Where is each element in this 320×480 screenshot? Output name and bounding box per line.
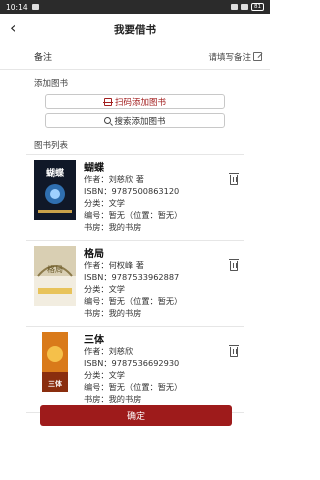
confirm-button[interactable]: 确定 [40,405,232,426]
book-isbn: ISBN：9787536692930 [84,358,180,368]
svg-text:三体: 三体 [48,379,63,388]
book-title: 蝴蝶 [84,163,104,174]
book-room: 书房：我的书房 [84,308,142,318]
book-code: 编号：暂无（位置：暂无） [84,210,183,220]
search-add-button[interactable]: 搜索添加图书 [45,113,225,128]
book-isbn: ISBN：9787500863120 [84,186,180,196]
battery-icon: 81 [251,3,264,11]
signal-icon [231,4,238,10]
remark-placeholder: 请填写备注 [208,52,251,63]
book-room: 书房：我的书房 [84,222,142,232]
page-title: 我要借书 [114,23,156,36]
search-icon [104,117,112,124]
edit-icon [253,52,262,61]
book-category: 分类：文学 [84,370,125,380]
notification-icon [31,4,39,10]
svg-text:蝴蝶: 蝴蝶 [46,167,65,179]
add-section-title: 添加图书 [34,79,69,89]
book-cover: 格局 [34,246,76,306]
status-time: 10:14 [6,2,28,12]
book-code: 编号：暂无（位置：暂无） [84,296,183,306]
book-item[interactable]: 格局 格局 作者：何权峰 著 ISBN：9787533962887 分类：文学 … [26,241,244,327]
book-cover: 三体 [42,332,68,392]
remark-row[interactable]: 备注 请填写备注 [0,44,270,70]
search-add-label: 搜索添加图书 [114,116,166,127]
svg-text:格局: 格局 [47,264,63,274]
remark-input[interactable]: 请填写备注 [208,51,262,63]
scan-add-button[interactable]: 扫码添加图书 [45,94,225,109]
book-author: 作者：何权峰 著 [84,260,144,270]
book-author: 作者：刘慈欣 著 [84,174,144,184]
book-item[interactable]: 三体 三体 作者：刘慈欣 ISBN：9787536692930 分类：文学 编号… [26,327,244,413]
delete-icon[interactable] [229,345,239,357]
book-category: 分类：文学 [84,284,125,294]
book-cover: 蝴蝶 [34,160,76,220]
book-room: 书房：我的书房 [84,394,142,404]
book-title: 三体 [84,335,104,346]
scan-add-label: 扫码添加图书 [114,97,166,108]
book-title: 格局 [84,249,104,260]
book-list-title: 图书列表 [34,141,69,151]
delete-icon[interactable] [229,259,239,271]
book-code: 编号：暂无（位置：暂无） [84,382,183,392]
scan-icon [102,97,113,106]
remark-label: 备注 [34,53,53,63]
delete-icon[interactable] [229,173,239,185]
status-bar: 10:14 81 [0,0,270,14]
book-author: 作者：刘慈欣 [84,346,134,356]
navigation-bar: ‹ 我要借书 [0,14,270,44]
wifi-icon [241,4,248,10]
book-item[interactable]: 蝴蝶 蝴蝶 作者：刘慈欣 著 ISBN：9787500863120 分类：文学 … [26,155,244,241]
book-category: 分类：文学 [84,198,125,208]
back-icon[interactable]: ‹ [10,20,16,36]
book-isbn: ISBN：9787533962887 [84,272,180,282]
